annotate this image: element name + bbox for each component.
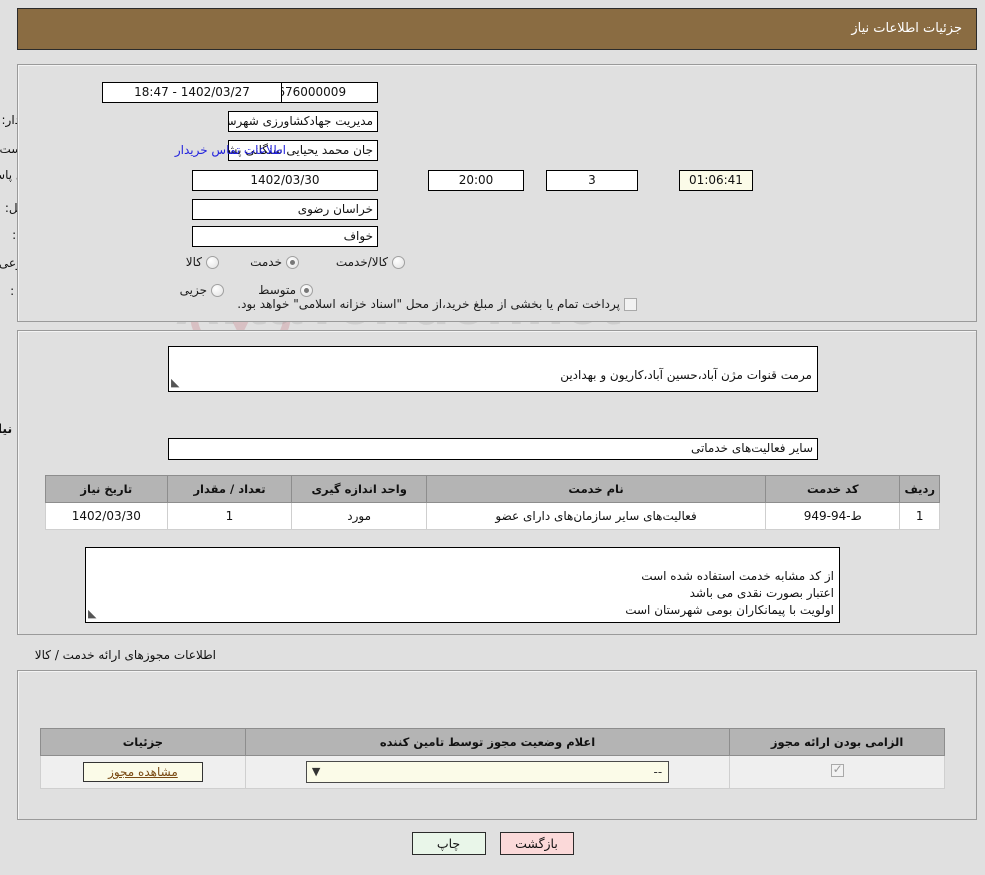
- process-radio-motavasset[interactable]: متوسط: [258, 283, 313, 297]
- buyer-contact-link[interactable]: اطلاعات تماس خریدار: [175, 143, 286, 157]
- cell-service-name: فعالیت‌های سایر سازمان‌های دارای عضو: [426, 502, 767, 530]
- category-radio-kala[interactable]: کالا: [186, 255, 219, 269]
- general-desc-textarea[interactable]: مرمت قنوات مژن آباد،حسین آباد،کاریون و ب…: [168, 346, 818, 392]
- category-radio-khedmat[interactable]: خدمت: [250, 255, 299, 269]
- footer-actions: بازگشت چاپ: [0, 832, 985, 855]
- print-button[interactable]: چاپ: [411, 832, 486, 855]
- view-license-button[interactable]: مشاهده مجوز: [82, 762, 203, 782]
- chevron-down-icon: ▼: [311, 765, 321, 778]
- cell-license-status: ▼ --: [244, 755, 731, 789]
- license-status-select[interactable]: ▼ --: [305, 761, 670, 783]
- licenses-table: الزامی بودن ارائه مجوز اعلام وضعیت مجوز …: [40, 728, 945, 789]
- days-remaining-field[interactable]: 3: [546, 170, 638, 191]
- licenses-table-header-row: الزامی بودن ارائه مجوز اعلام وضعیت مجوز …: [40, 728, 945, 756]
- col-row-index: ردیف: [899, 475, 940, 503]
- radio-circle-icon: [392, 255, 405, 269]
- process-option-label: متوسط: [258, 283, 296, 297]
- category-option-label: خدمت: [250, 255, 282, 269]
- page-title: جزئیات اطلاعات نیاز: [851, 21, 962, 36]
- table-row: ▼ -- مشاهده مجوز: [40, 755, 945, 789]
- service-group-field[interactable]: سایر فعالیت‌های خدماتی: [168, 438, 818, 460]
- col-license-status: اعلام وضعیت مجوز توسط تامین کننده: [244, 728, 731, 756]
- buyer-notes-textarea[interactable]: از کد مشابه خدمت استفاده شده است اعتبار …: [85, 547, 840, 623]
- cell-need-date: 1402/03/30: [45, 502, 168, 530]
- cell-license-details: مشاهده مجوز: [40, 755, 246, 789]
- city-field[interactable]: خواف: [192, 226, 378, 247]
- col-license-details: جزئیات: [40, 728, 246, 756]
- radio-circle-icon: [206, 255, 219, 269]
- cell-row-index: 1: [899, 502, 940, 530]
- resize-grip-icon[interactable]: ◢: [88, 605, 96, 622]
- window-titlebar: جزئیات اطلاعات نیاز: [17, 8, 977, 50]
- cell-service-code: ط-94-949: [765, 502, 901, 530]
- col-service-code: کد خدمت: [765, 475, 901, 503]
- back-button[interactable]: بازگشت: [499, 832, 574, 855]
- treasury-bond-checkbox-row[interactable]: پرداخت تمام یا بخشی از مبلغ خرید،از محل …: [237, 297, 637, 311]
- col-license-required: الزامی بودن ارائه مجوز: [729, 728, 945, 756]
- buyer-notes-text: از کد مشابه خدمت استفاده شده است اعتبار …: [625, 569, 834, 617]
- page-root: جزئیات اطلاعات نیاز شماره نیاز: 11020046…: [0, 0, 985, 875]
- cell-unit: مورد: [291, 502, 428, 530]
- licenses-title: اطلاعات مجوزهای ارائه خدمت / کالا: [34, 648, 216, 662]
- col-need-date: تاریخ نیاز: [45, 475, 168, 503]
- radio-circle-icon: [211, 283, 224, 297]
- col-quantity: تعداد / مقدار: [166, 475, 293, 503]
- time-remaining-field[interactable]: 01:06:41: [679, 170, 753, 191]
- checkbox-checked-icon: [830, 762, 844, 777]
- province-field[interactable]: خراسان رضوی: [192, 199, 378, 220]
- cell-quantity: 1: [166, 502, 293, 530]
- general-desc-text: مرمت قنوات مژن آباد،حسین آباد،کاریون و ب…: [560, 368, 812, 382]
- buyer-org-field[interactable]: مدیریت جهادکشاورزی شهرستان خواف: [228, 111, 378, 132]
- public-announce-field[interactable]: 1402/03/27 - 18:47: [102, 82, 282, 103]
- process-radio-jozee[interactable]: جزیی: [180, 283, 224, 297]
- col-service-name: نام خدمت: [426, 475, 767, 503]
- category-option-label: کالا: [185, 255, 202, 269]
- deadline-time-field[interactable]: 20:00: [428, 170, 524, 191]
- col-unit: واحد اندازه گیری: [291, 475, 428, 503]
- cell-license-required: [729, 755, 945, 789]
- radio-circle-selected-icon: [300, 283, 313, 297]
- table-row: 1 ط-94-949 فعالیت‌های سایر سازمان‌های دا…: [45, 502, 940, 530]
- checkbox-icon[interactable]: [624, 297, 637, 311]
- radio-circle-selected-icon: [286, 255, 299, 269]
- category-radio-kala-khedmat[interactable]: کالا/خدمت: [336, 255, 405, 269]
- process-option-label: جزیی: [179, 283, 207, 297]
- services-table: ردیف کد خدمت نام خدمت واحد اندازه گیری ت…: [45, 475, 940, 530]
- license-status-selected-value: --: [653, 765, 663, 779]
- deadline-date-field[interactable]: 1402/03/30: [192, 170, 378, 191]
- services-table-header-row: ردیف کد خدمت نام خدمت واحد اندازه گیری ت…: [45, 475, 940, 503]
- treasury-bond-checkbox-label: پرداخت تمام یا بخشی از مبلغ خرید،از محل …: [237, 297, 620, 311]
- resize-grip-icon[interactable]: ◢: [171, 374, 179, 391]
- category-option-label: کالا/خدمت: [335, 255, 388, 269]
